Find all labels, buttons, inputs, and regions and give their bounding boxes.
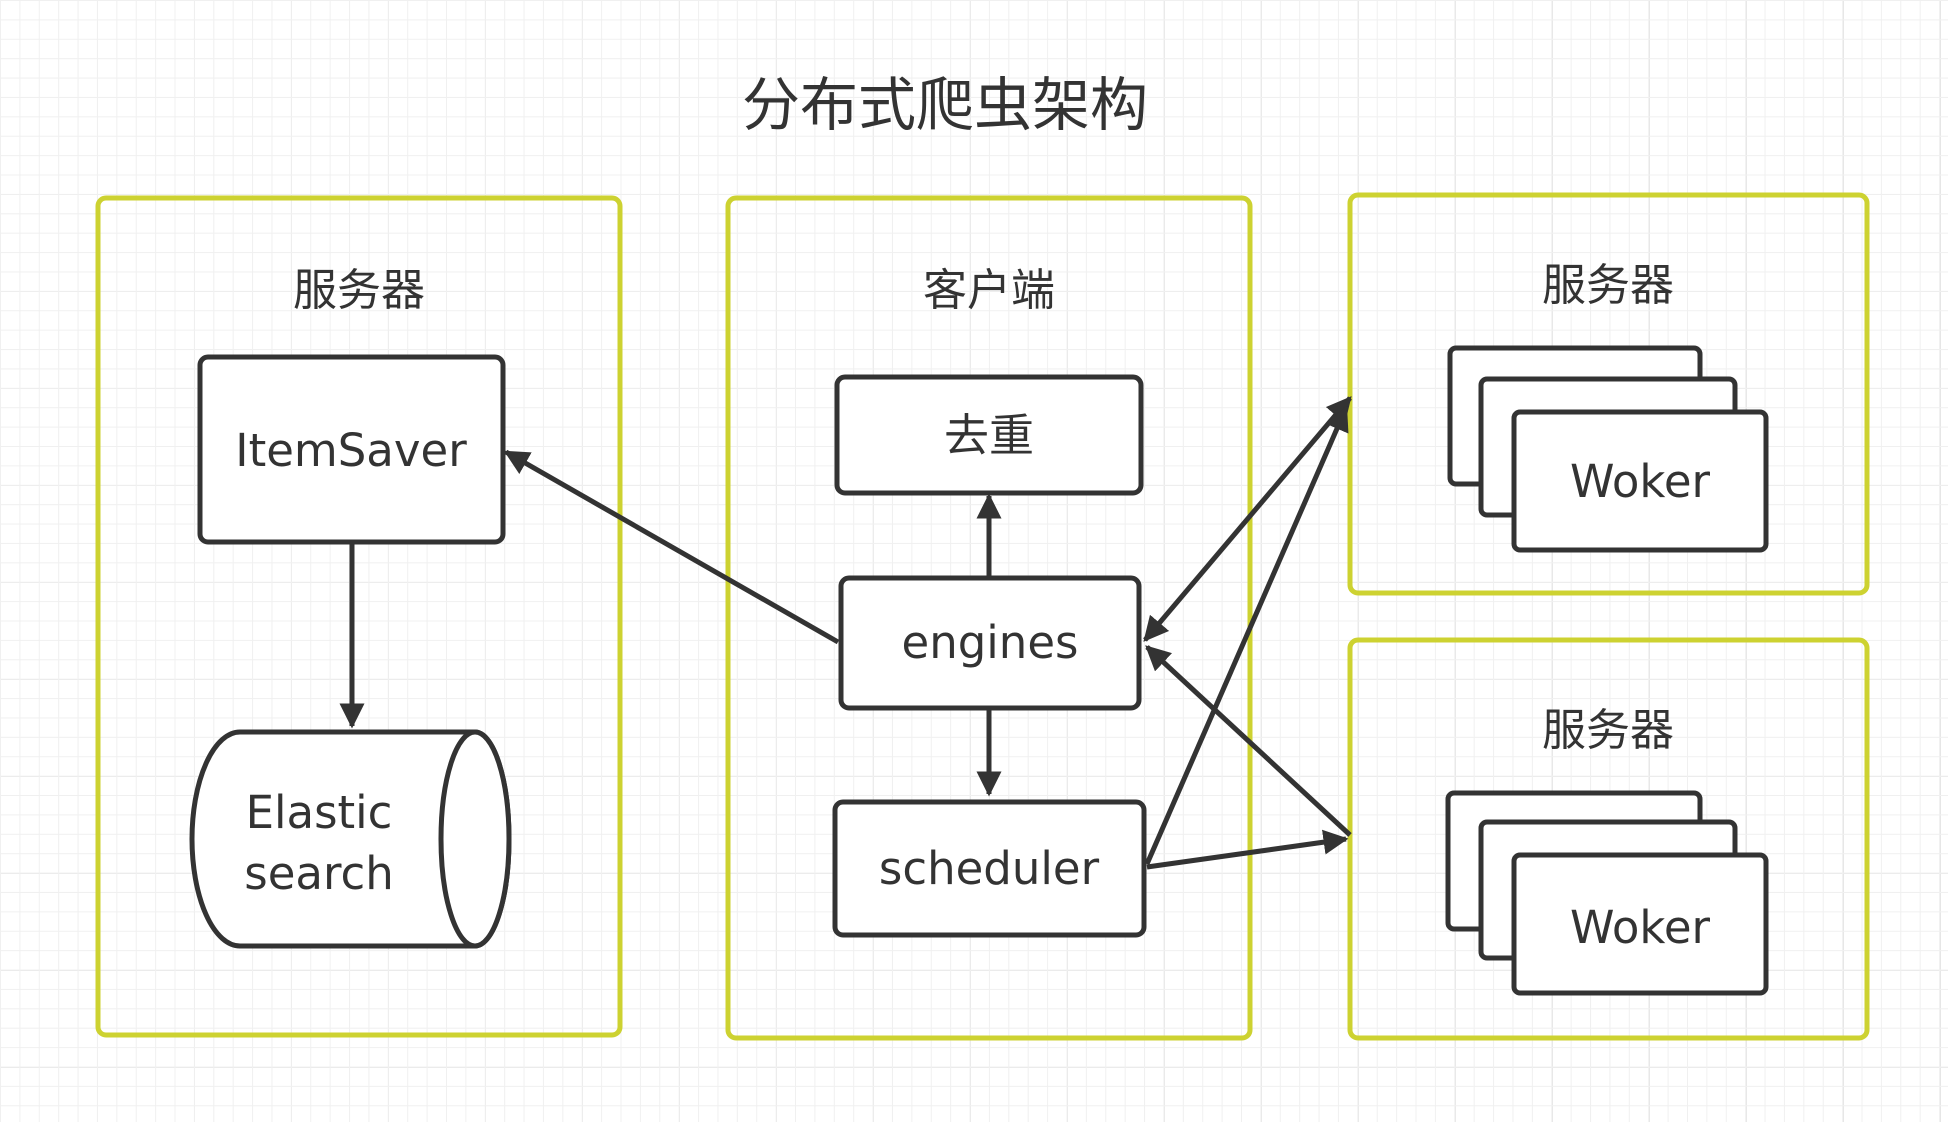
node-itemsaver: ItemSaver xyxy=(197,354,506,545)
worker-stack-bottom: Woker xyxy=(1445,790,1769,996)
worker-bottom-label: Woker xyxy=(1570,901,1711,954)
diagram-title: 分布式爬虫架构 xyxy=(742,71,1148,139)
container-left-server-label: 服务器 xyxy=(293,265,425,316)
cylinder-end-cap xyxy=(438,729,512,949)
architecture-diagram: 分布式爬虫架构 服务器 客户端 服务器 服务器 ItemSaver Elasti… xyxy=(95,71,1870,1041)
node-itemsaver-label: ItemSaver xyxy=(235,424,467,477)
worker-top-label: Woker xyxy=(1570,455,1711,508)
container-client-label: 客户端 xyxy=(923,265,1055,316)
node-dedup-label: 去重 xyxy=(944,409,1034,462)
node-engines-label: engines xyxy=(902,616,1079,669)
node-elastic-label-line2: search xyxy=(244,847,393,900)
container-right-server-bottom-label: 服务器 xyxy=(1542,705,1674,756)
node-engines: engines xyxy=(838,575,1142,711)
edge-engines-to-itemsaver xyxy=(503,449,840,645)
edge-scheduler-to-server-bottom xyxy=(1146,829,1349,870)
node-elastic-label-line1: Elastic xyxy=(246,786,393,839)
edge-scheduler-to-server-top xyxy=(1144,405,1349,865)
node-scheduler-label: scheduler xyxy=(879,842,1100,895)
node-elastic-search: Elastic search xyxy=(189,729,512,949)
node-dedup: 去重 xyxy=(834,374,1144,496)
worker-stack-top: Woker xyxy=(1447,345,1769,553)
node-scheduler: scheduler xyxy=(832,799,1147,938)
container-right-server-top-label: 服务器 xyxy=(1542,260,1674,311)
